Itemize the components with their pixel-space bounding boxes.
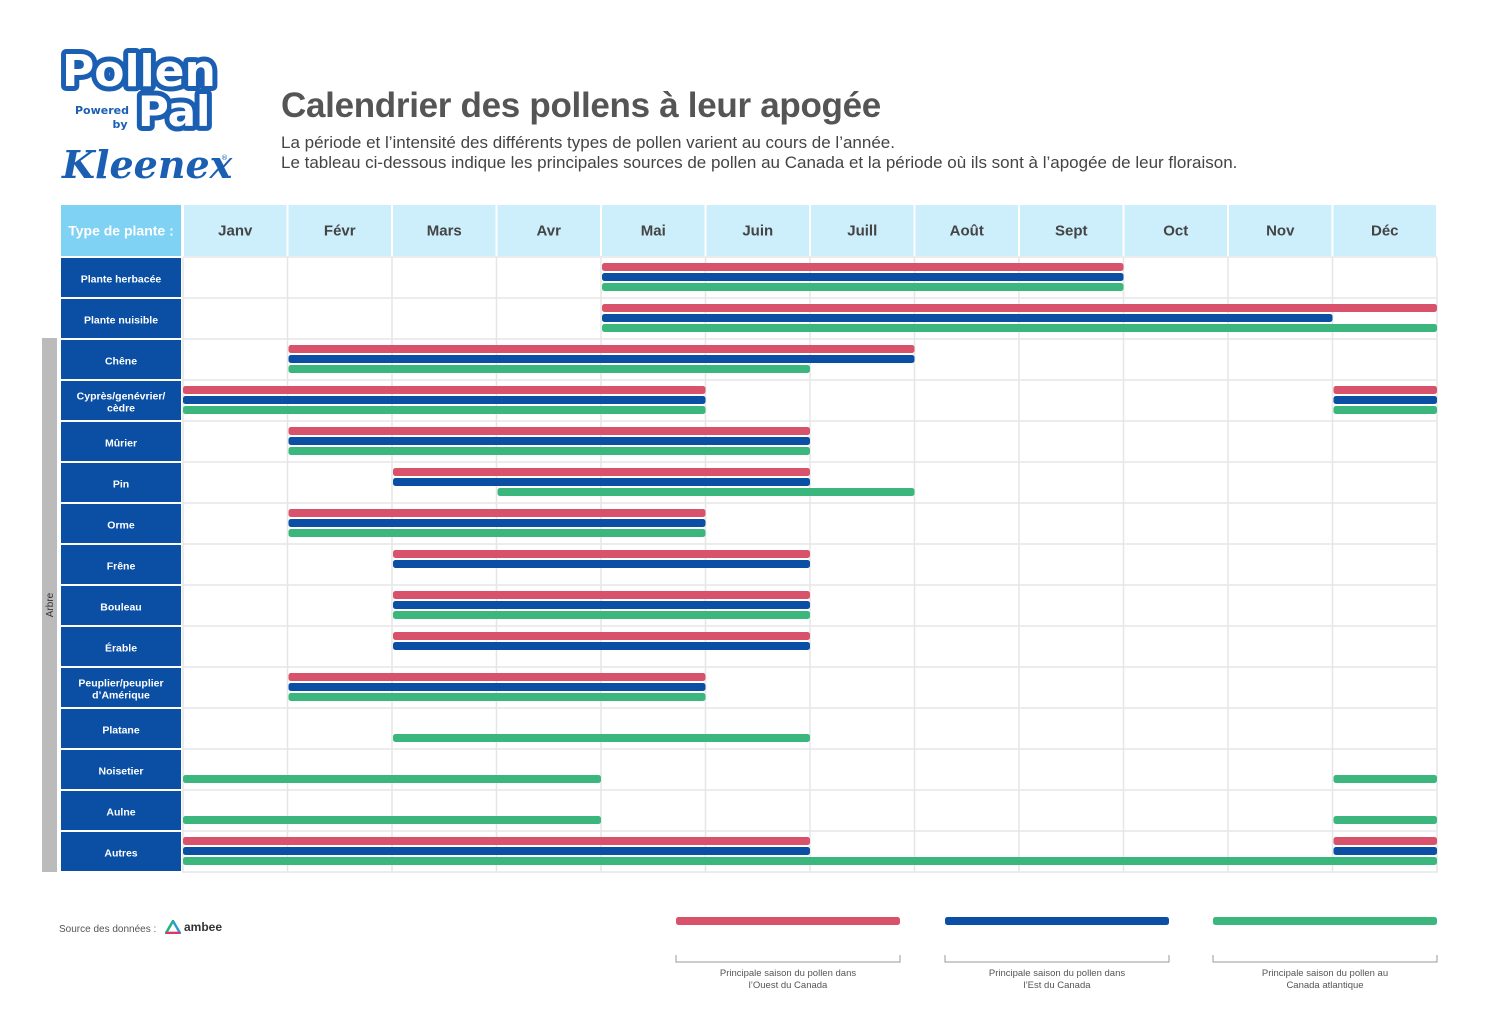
- legend-swatch-east: [945, 917, 1169, 925]
- plant-label: Frêne: [107, 561, 136, 573]
- bar-west: [602, 304, 1437, 312]
- plant-label: Plante herbacée: [81, 274, 162, 286]
- bar-west: [288, 427, 810, 435]
- plant-label: Érable: [105, 642, 137, 655]
- bar-east: [602, 314, 1333, 322]
- bar-atlantic: [1333, 406, 1437, 414]
- bar-east: [288, 437, 810, 445]
- plant-label: Chêne: [105, 356, 137, 368]
- plant-label: Mûrier: [105, 438, 137, 450]
- month-tick-label: Août: [950, 223, 984, 240]
- plant-label: Platane: [102, 725, 140, 737]
- bar-west: [1333, 386, 1437, 394]
- bar-east: [288, 355, 915, 363]
- bar-atlantic: [288, 693, 706, 701]
- ambee-triangle-icon: [165, 920, 181, 934]
- plant-label: Peuplier/peuplier: [78, 678, 163, 690]
- plant-label: Orme: [107, 520, 135, 532]
- bar-atlantic: [183, 857, 1437, 865]
- month-tick-label: Juin: [742, 223, 773, 240]
- ambee-logo: ambee: [165, 920, 222, 934]
- bar-atlantic: [183, 406, 706, 414]
- bar-east: [393, 560, 810, 568]
- legend-label: Principale saison du pollen dans: [720, 968, 857, 979]
- bar-west: [288, 509, 706, 517]
- month-tick-label: Déc: [1371, 223, 1399, 240]
- bar-atlantic: [183, 775, 601, 783]
- bar-west: [393, 468, 810, 476]
- bar-west: [393, 591, 810, 599]
- pollen-calendar-chart: Type de plante : Janv Févr Mars Avr Mai Juin Ju…: [42, 205, 1438, 991]
- bar-atlantic: [183, 816, 601, 824]
- legend-label: l’Est du Canada: [1023, 980, 1091, 991]
- bar-west: [602, 263, 1124, 271]
- month-tick-label: Juill: [847, 223, 877, 240]
- bar-east: [393, 478, 810, 486]
- month-tick-label: Nov: [1266, 223, 1295, 240]
- bar-east: [1333, 396, 1437, 404]
- month-tick-label: Sept: [1055, 223, 1088, 240]
- month-tick-label: Janv: [218, 223, 253, 240]
- legend-bracket: [944, 955, 1170, 963]
- bar-east: [1333, 847, 1437, 855]
- plant-label: Bouleau: [100, 602, 141, 614]
- bar-atlantic: [393, 611, 810, 619]
- plant-label: cèdre: [107, 403, 135, 415]
- bar-west: [393, 632, 810, 640]
- legend-bracket: [675, 955, 901, 963]
- bar-west: [288, 673, 706, 681]
- bar-atlantic: [1333, 775, 1437, 783]
- bar-east: [183, 847, 810, 855]
- bar-west: [1333, 837, 1437, 845]
- plant-label: Pin: [113, 479, 129, 491]
- plant-label: Noisetier: [99, 766, 144, 778]
- plant-label: Autres: [104, 848, 137, 860]
- month-tick-label: Févr: [324, 223, 356, 240]
- legend-label: Principale saison du pollen au: [1262, 968, 1388, 979]
- bar-atlantic: [288, 529, 706, 537]
- bar-atlantic: [602, 324, 1437, 332]
- bar-atlantic: [288, 365, 810, 373]
- bar-atlantic: [393, 734, 810, 742]
- row-header-label: Type de plante :: [68, 223, 174, 239]
- legend-label: Canada atlantique: [1286, 980, 1363, 991]
- plant-label: Plante nuisible: [84, 315, 158, 327]
- legend-swatch-west: [676, 917, 900, 925]
- bar-west: [183, 386, 706, 394]
- bar-west: [393, 550, 810, 558]
- group-label-arbre: Arbre: [45, 592, 56, 617]
- bar-east: [183, 396, 706, 404]
- month-tick-label: Avr: [537, 223, 562, 240]
- bar-atlantic: [1333, 816, 1437, 824]
- plant-label: Aulne: [106, 807, 135, 819]
- bar-atlantic: [497, 488, 915, 496]
- legend-swatch-atlantic: [1213, 917, 1437, 925]
- legend-label: Principale saison du pollen dans: [989, 968, 1126, 979]
- bar-east: [602, 273, 1124, 281]
- legend-label: l’Ouest du Canada: [749, 980, 828, 991]
- bar-atlantic: [602, 283, 1124, 291]
- ambee-wordmark: ambee: [184, 920, 223, 934]
- data-source-label: Source des données :: [59, 924, 157, 935]
- month-tick-label: Mars: [427, 223, 462, 240]
- month-tick-label: Oct: [1163, 223, 1188, 240]
- bar-west: [183, 837, 810, 845]
- plant-label: Cyprès/genévrier/: [77, 391, 166, 403]
- bar-west: [288, 345, 915, 353]
- plant-label: d’Amérique: [92, 690, 150, 702]
- bar-east: [288, 683, 706, 691]
- bar-east: [393, 601, 810, 609]
- month-tick-label: Mai: [641, 223, 666, 240]
- bar-east: [393, 642, 810, 650]
- legend-bracket: [1212, 955, 1438, 963]
- bar-atlantic: [288, 447, 810, 455]
- bar-east: [288, 519, 706, 527]
